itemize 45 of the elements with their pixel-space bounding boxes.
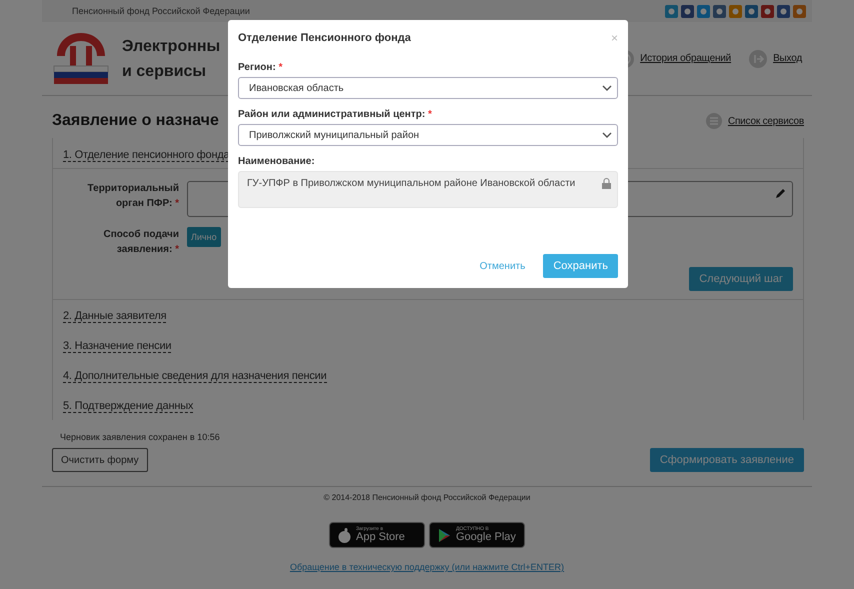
step-link[interactable]: 4. Дополнительные сведения для назначения пенсии <box>63 370 327 383</box>
next-step-button[interactable]: Следующий шаг <box>689 267 793 291</box>
social-icon[interactable] <box>665 4 678 18</box>
select-field[interactable]: Приволжский муниципальный район <box>238 124 618 146</box>
step-link[interactable]: 5. Подтверждение данных <box>63 400 194 413</box>
pencil-icon <box>775 188 786 199</box>
social-icon[interactable] <box>713 4 726 18</box>
apple-icon <box>338 528 351 542</box>
social-icon[interactable] <box>777 4 790 18</box>
field-label: Наименование: <box>238 156 316 167</box>
field-label: Регион: * <box>238 62 284 73</box>
org-name: Пенсионный фонд Российской Федерации <box>72 6 250 16</box>
save-button[interactable]: Сохранить <box>543 254 618 278</box>
social-icon[interactable] <box>761 4 774 18</box>
select-field[interactable]: Ивановская область <box>238 77 618 99</box>
play-icon <box>438 528 451 542</box>
chevron-down-icon <box>602 85 612 91</box>
chevron-down-icon <box>602 132 612 138</box>
clear-button[interactable]: Очистить форму <box>52 448 148 472</box>
social-icon[interactable] <box>729 4 742 18</box>
page-title: Заявление о назначе <box>52 112 219 130</box>
header-link[interactable]: Выход <box>749 50 802 68</box>
social-icon[interactable] <box>681 4 694 18</box>
step-link[interactable]: 3. Назначение пенсии <box>63 340 172 353</box>
social-icon[interactable] <box>745 4 758 18</box>
social-icon[interactable] <box>697 4 710 18</box>
readonly-field: ГУ-УПФР в Приволжском муниципальном районе Ивановской области <box>238 171 618 208</box>
field-label: Район или административный центр: * <box>238 109 433 120</box>
field-label: Способ подачи заявления: * <box>102 228 179 257</box>
list-icon <box>706 113 722 129</box>
cancel-button[interactable]: Отменить <box>474 260 532 272</box>
social-icon[interactable] <box>793 4 806 18</box>
submit-button[interactable]: Сформировать заявление <box>650 448 804 472</box>
site-title: Электронны <box>122 36 220 56</box>
field-label: Территориальный орган ПФР: * <box>86 182 179 211</box>
support-link[interactable]: Обращение в техническую поддержку (или нажмите Ctrl+ENTER) <box>290 562 564 572</box>
exit-icon <box>749 50 768 68</box>
option-button[interactable]: Лично <box>187 227 221 247</box>
services-link[interactable]: Список сервисов <box>706 113 804 129</box>
modal-title: Отделение Пенсионного фонда <box>238 32 411 44</box>
draft-note: Черновик заявления сохранен в 10:56 <box>59 431 221 444</box>
lock-icon <box>602 178 611 189</box>
site-title: и сервисы <box>122 62 208 82</box>
step-link[interactable]: 2. Данные заявителя <box>63 310 166 323</box>
copyright: © 2014-2018 Пенсионный фонд Российской Федерации <box>324 493 530 502</box>
